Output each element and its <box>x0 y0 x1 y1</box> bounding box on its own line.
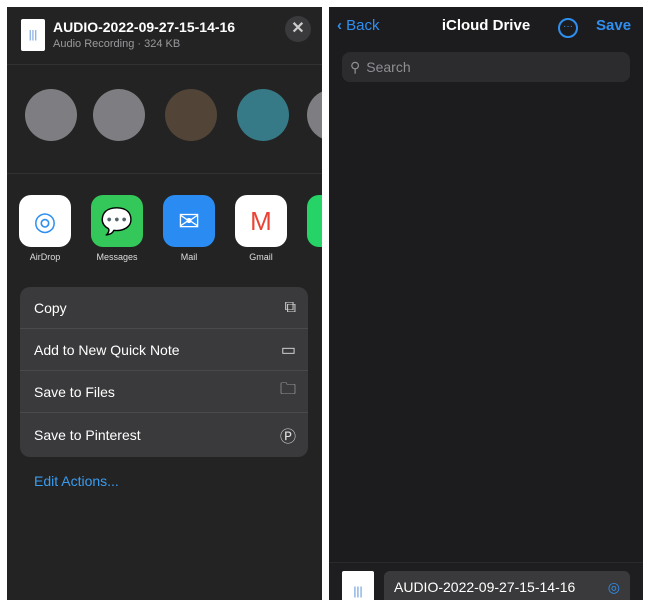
search-input[interactable]: ⚲ Search <box>342 52 630 82</box>
divider <box>7 64 322 65</box>
contact-avatar[interactable] <box>25 89 77 141</box>
action-label: Copy <box>34 299 67 316</box>
audio-file-icon: ||| <box>342 571 374 600</box>
mail-icon: ✉ <box>163 195 215 247</box>
app-label: Messages <box>96 252 138 262</box>
app-wh[interactable]: ✆ Wh <box>307 195 322 262</box>
whatsapp-icon: ✆ <box>307 195 322 247</box>
quick-note-icon: ▭ <box>280 341 296 359</box>
app-gmail[interactable]: M Gmail <box>235 195 287 262</box>
action-item[interactable]: Copy ⧉ <box>20 287 308 329</box>
nav-bar: ‹ Back iCloud Drive ··· Save <box>329 17 643 41</box>
tags-icon[interactable]: ◎ <box>608 579 620 600</box>
app-mail[interactable]: ✉ Mail <box>163 195 215 262</box>
app-messages[interactable]: 💬 Messages <box>91 195 143 262</box>
folder-icon: 🗀 <box>279 381 296 398</box>
copy-icon: ⧉ <box>284 298 296 316</box>
action-item[interactable]: Add to New Quick Note ▭ <box>20 329 308 371</box>
action-item[interactable]: Save to Pinterest Ⓟ <box>20 413 308 457</box>
pinterest-icon: Ⓟ <box>279 429 296 446</box>
action-label: Save to Pinterest <box>34 427 141 443</box>
audio-file-icon: ||| <box>21 19 45 51</box>
close-button[interactable]: ✕ <box>285 16 311 42</box>
action-item[interactable]: Save to Files 🗀 <box>20 371 308 413</box>
save-button[interactable]: Save <box>596 17 631 34</box>
contact-avatar[interactable] <box>93 89 145 141</box>
app-label: Gmail <box>249 252 273 262</box>
more-icon[interactable]: ··· <box>558 18 578 38</box>
app-label: AirDrop <box>29 252 61 262</box>
app-label: Wh <box>307 252 322 262</box>
gmail-icon: M <box>235 195 287 247</box>
edit-actions-link[interactable]: Edit Actions... <box>34 473 119 489</box>
messages-icon: 💬 <box>91 195 143 247</box>
airdrop-icon: ◎ <box>19 195 71 247</box>
actions-list: Copy ⧉ Add to New Quick Note ▭ Save to Files… <box>20 287 308 457</box>
app-row: ◎ AirDrop 💬 Messages ✉ Mail M Gmail ✆ Wh <box>19 195 322 262</box>
contact-avatar[interactable] <box>237 89 289 141</box>
file-name-field[interactable]: AUDIO-2022-09-27-15-14-16 ◎ <box>384 571 630 600</box>
search-icon: ⚲ <box>350 58 361 75</box>
share-sheet: ||| AUDIO-2022-09-27-15-14-16 Audio Reco… <box>7 7 322 600</box>
file-name-value: AUDIO-2022-09-27-15-14-16 <box>394 579 576 595</box>
contact-avatar[interactable] <box>165 89 217 141</box>
search-placeholder: Search <box>366 59 411 75</box>
action-label: Add to New Quick Note <box>34 341 180 358</box>
contact-avatar[interactable] <box>307 89 322 141</box>
save-bar: ||| AUDIO-2022-09-27-15-14-16 ◎ <box>329 562 643 600</box>
divider <box>7 173 322 174</box>
app-airdrop[interactable]: ◎ AirDrop <box>19 195 71 262</box>
file-title: AUDIO-2022-09-27-15-14-16 <box>53 19 236 35</box>
files-picker: ‹ Back iCloud Drive ··· Save ⚲ Search ||… <box>329 7 643 600</box>
file-subtitle: Audio Recording · 324 KB <box>53 38 181 50</box>
app-label: Mail <box>180 252 198 262</box>
action-label: Save to Files <box>34 383 115 400</box>
